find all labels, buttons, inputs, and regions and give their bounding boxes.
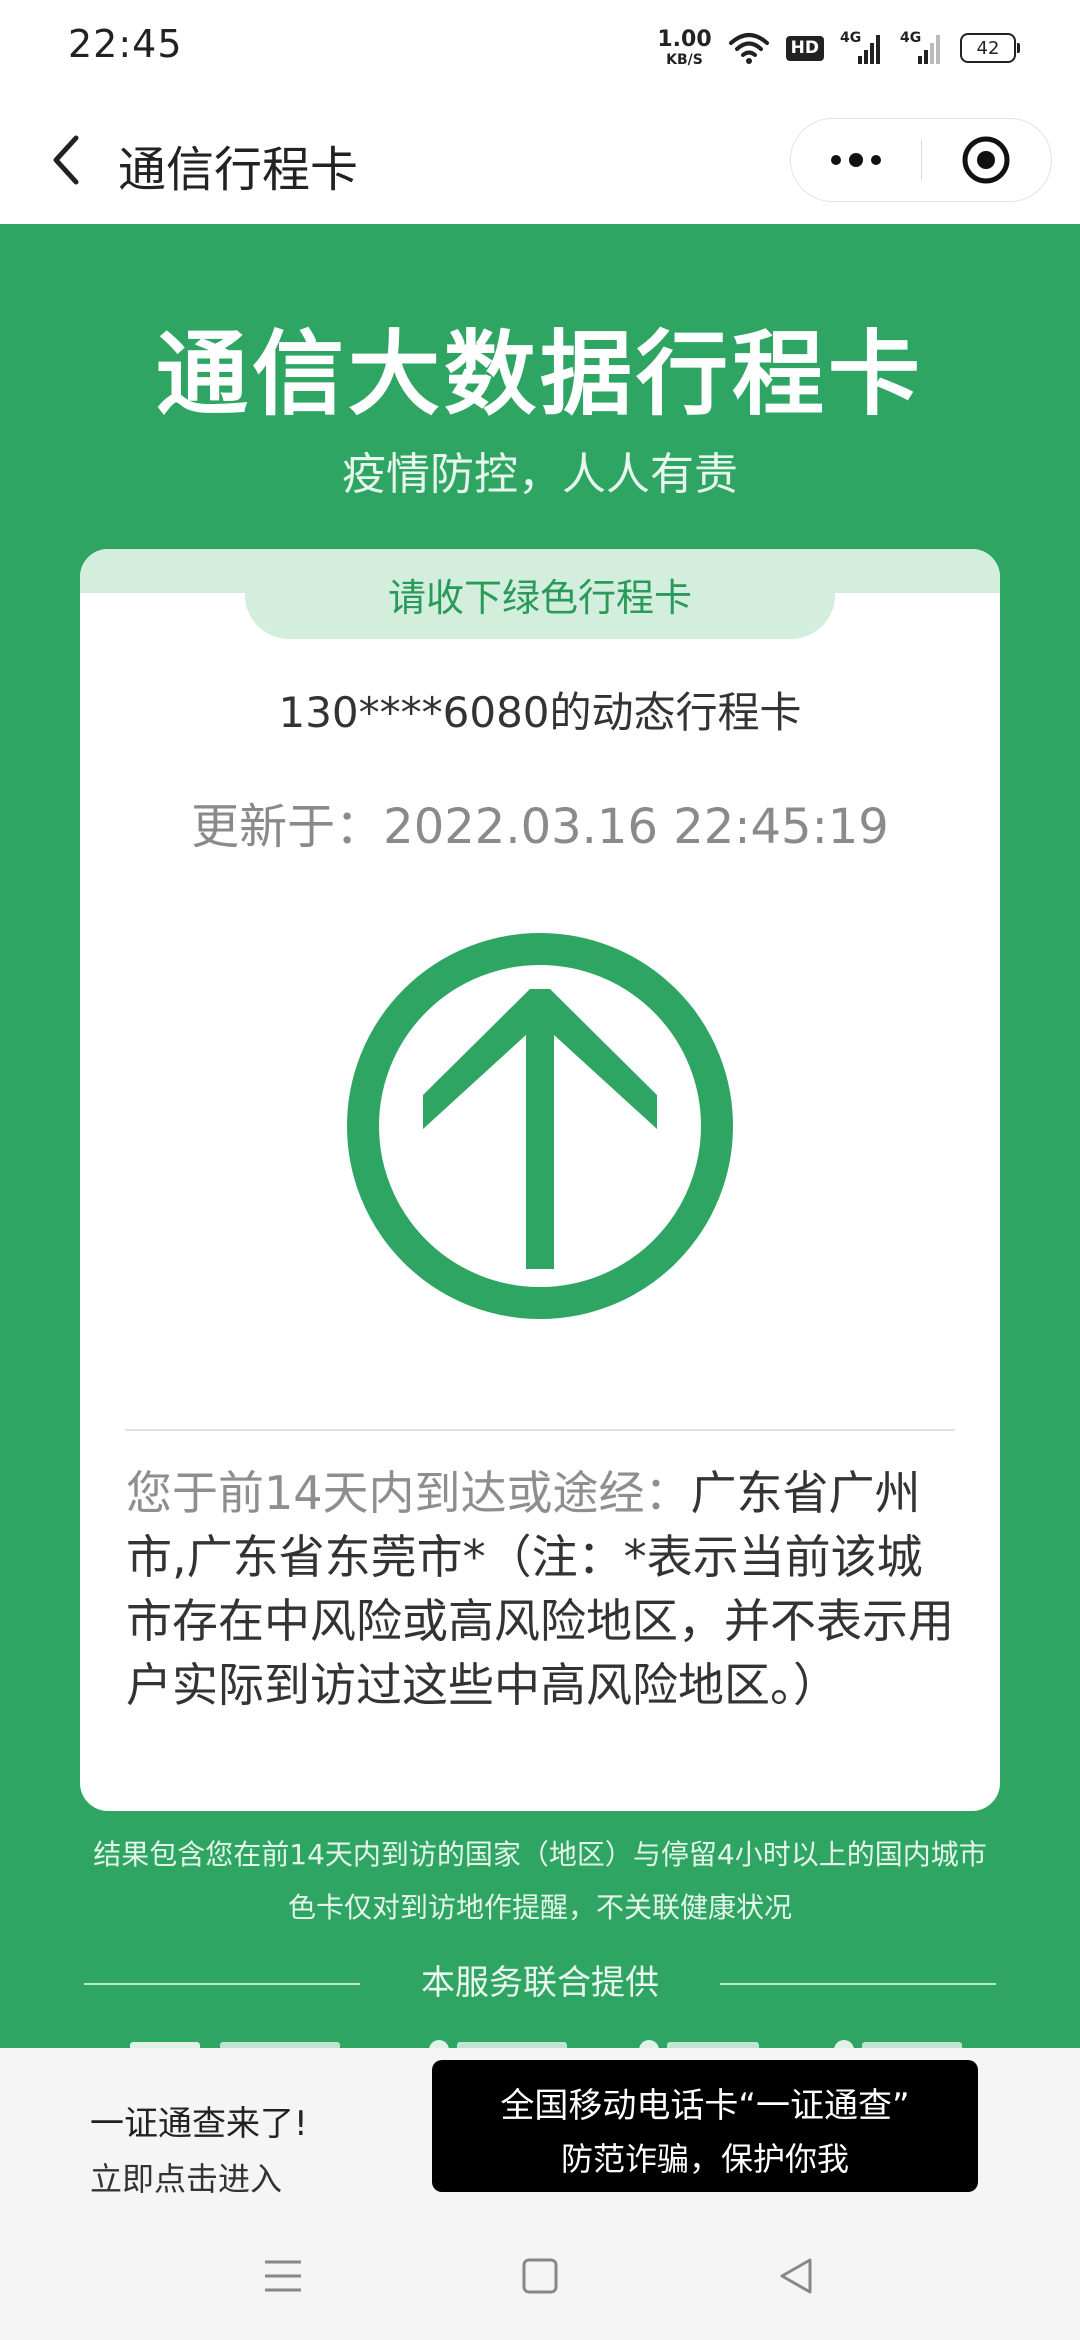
- target-close-icon: [962, 136, 1010, 184]
- signal-icon-sim2: 4G: [900, 30, 944, 66]
- status-bar: 22:45 1.00 KB/S HD 4G 4G 42: [0, 0, 1080, 96]
- battery-level: 42: [976, 37, 1000, 59]
- square-home-icon: [522, 2258, 558, 2294]
- trip-description: 您于前14天内到达或途经：广东省广州市,广东省东莞市*（注：*表示当前该城市存在…: [126, 1461, 966, 1717]
- recent-apps-button[interactable]: [253, 2246, 313, 2306]
- wifi-icon: [728, 33, 769, 64]
- promo-title: 一证通查来了!: [90, 2104, 308, 2144]
- triangle-back-icon: [780, 2258, 812, 2294]
- signal-icon-sim1: 4G: [840, 30, 884, 66]
- hd-badge: HD: [785, 35, 824, 61]
- mini-program-capsule: [790, 118, 1052, 202]
- card-tab-label: 请收下绿色行程卡: [245, 549, 835, 639]
- service-provider-label: 本服务联合提供: [421, 1963, 659, 2003]
- network-speed: 1.00 KB/S: [657, 27, 712, 68]
- trip-prefix: 您于前14天内到达或途经：: [126, 1466, 691, 1520]
- back-button[interactable]: [30, 124, 102, 196]
- promo-button-line-2: 防范诈骗，保护你我: [560, 2140, 849, 2178]
- up-arrow-circle-icon: [347, 933, 733, 1319]
- more-button[interactable]: [791, 119, 921, 201]
- status-icons: 1.00 KB/S HD 4G 4G 42: [657, 24, 1020, 72]
- promo-button-line-1: 全国移动电话卡“一证通查”: [500, 2086, 910, 2126]
- network-speed-unit: KB/S: [666, 52, 703, 68]
- chevron-left-icon: [53, 135, 79, 185]
- home-button[interactable]: [510, 2246, 570, 2306]
- updated-time: 更新于：2022.03.16 22:45:19: [191, 799, 889, 855]
- page-title: 通信大数据行程卡: [155, 321, 924, 428]
- system-nav-bar: [0, 2208, 1080, 2340]
- promo-subtitle[interactable]: 立即点击进入: [90, 2154, 282, 2200]
- status-time: 22:45: [68, 22, 183, 66]
- footnote-line-1: 结果包含您在前14天内到访的国家（地区）与停留4小时以上的国内城市: [93, 1838, 987, 1871]
- close-button[interactable]: [922, 119, 1052, 201]
- service-line-right: [720, 1983, 996, 1985]
- footnote-line-2: 色卡仅对到访地作提醒，不关联健康状况: [287, 1891, 792, 1924]
- network-speed-value: 1.00: [657, 27, 712, 52]
- service-provider-row: 本服务联合提供: [0, 1955, 1080, 2005]
- system-back-button[interactable]: [766, 2246, 826, 2306]
- nav-bar: 通信行程卡: [0, 96, 1080, 224]
- more-dots-icon: [830, 153, 881, 167]
- phone-line: 130****6080的动态行程卡: [278, 688, 802, 737]
- menu-lines-icon: [265, 2260, 301, 2292]
- card-divider: [125, 1429, 955, 1431]
- promo-banner[interactable]: 一证通查来了! 立即点击进入 全国移动电话卡“一证通查” 防范诈骗，保护你我: [0, 2048, 1080, 2208]
- page-subtitle: 疫情防控，人人有责: [342, 449, 738, 500]
- battery-icon: 42: [960, 33, 1020, 63]
- trip-card: 请收下绿色行程卡 130****6080的动态行程卡 更新于：2022.03.1…: [80, 549, 1000, 1811]
- nav-title: 通信行程卡: [118, 142, 359, 198]
- promo-button[interactable]: 全国移动电话卡“一证通查” 防范诈骗，保护你我: [432, 2060, 978, 2192]
